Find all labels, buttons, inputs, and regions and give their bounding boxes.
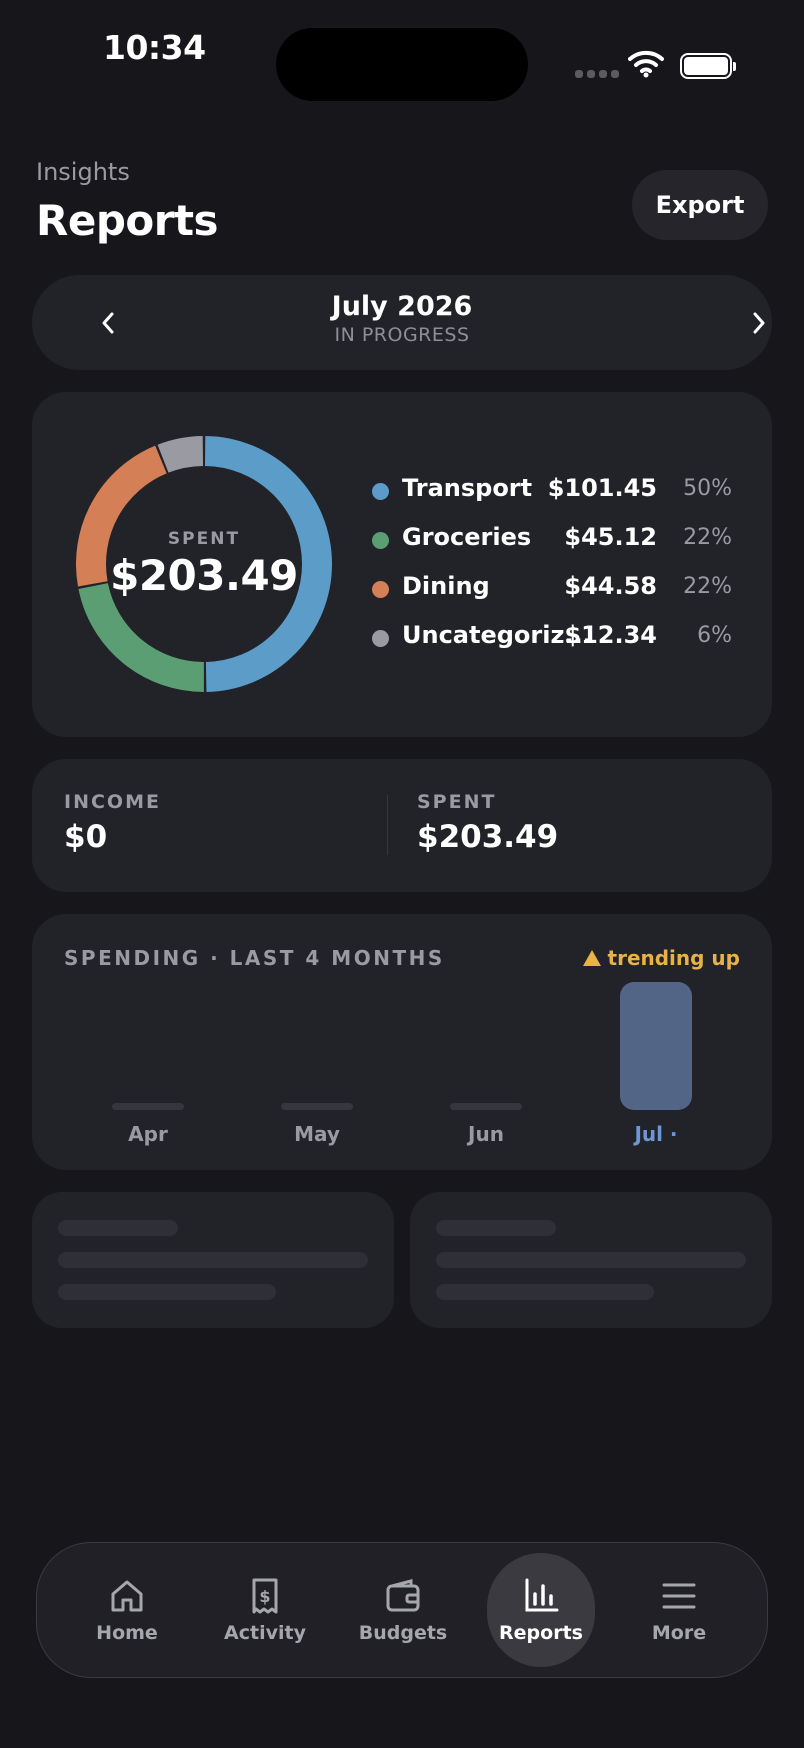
bottom-tab-bar: Home $ Activity Budgets Reports More xyxy=(36,1542,768,1678)
cellular-signal-icon xyxy=(575,70,619,78)
svg-text:$: $ xyxy=(259,1587,270,1606)
trend-label: trending up xyxy=(607,946,740,970)
bar-label: Jun xyxy=(468,1122,504,1146)
month-label: July 2026 xyxy=(331,291,473,322)
tab-more[interactable]: More xyxy=(625,1553,733,1667)
bar xyxy=(112,1103,184,1110)
spent-summary: SPENT $203.49 xyxy=(417,791,558,855)
spending-title: SPENDING · LAST 4 MONTHS xyxy=(64,946,445,970)
legend-name: Dining xyxy=(402,572,490,600)
bar-column-apr[interactable] xyxy=(112,1103,184,1110)
skeleton-line xyxy=(436,1252,746,1268)
next-month-button[interactable] xyxy=(739,303,779,343)
tab-label: Home xyxy=(96,1622,158,1644)
skeleton-line xyxy=(436,1220,556,1236)
bar-column-may[interactable] xyxy=(281,1103,353,1110)
bar-label: Jul · xyxy=(634,1122,678,1146)
legend-percent: 50% xyxy=(683,476,732,501)
chevron-right-icon xyxy=(753,312,765,334)
legend-row-dining[interactable]: Dining $44.58 22% xyxy=(372,572,762,621)
income-summary: INCOME $0 xyxy=(64,791,161,855)
tab-activity[interactable]: $ Activity xyxy=(211,1553,319,1667)
tab-label: Activity xyxy=(224,1622,306,1644)
category-legend: Transport $101.45 50% Groceries $45.12 2… xyxy=(372,474,762,670)
bar-chart-icon xyxy=(525,1578,559,1612)
bar xyxy=(450,1103,522,1110)
battery-icon xyxy=(680,53,736,79)
bar-label: May xyxy=(294,1122,340,1146)
wifi-icon xyxy=(628,50,664,78)
tab-label: Reports xyxy=(499,1622,583,1644)
legend-percent: 22% xyxy=(683,574,732,599)
status-bar: 10:34 xyxy=(0,0,804,120)
divider xyxy=(387,795,388,855)
legend-dot xyxy=(372,581,389,598)
menu-icon xyxy=(662,1583,696,1609)
legend-dot xyxy=(372,532,389,549)
donut-caption: SPENT xyxy=(167,528,241,549)
spending-trend-card: SPENDING · LAST 4 MONTHS trending up Apr… xyxy=(32,914,772,1170)
legend-name: Groceries xyxy=(402,523,532,551)
skeleton-line xyxy=(58,1284,276,1300)
trend-indicator: trending up xyxy=(582,946,740,970)
spent-label: SPENT xyxy=(417,791,497,813)
income-value: $0 xyxy=(64,819,108,855)
legend-dot xyxy=(372,483,389,500)
category-breakdown-card: SPENT $203.49 Transport $101.45 50% Groc… xyxy=(32,392,772,737)
warning-triangle-icon xyxy=(582,950,601,966)
dynamic-island xyxy=(276,28,528,101)
tab-reports[interactable]: Reports xyxy=(487,1553,595,1667)
home-icon xyxy=(111,1580,143,1612)
legend-percent: 6% xyxy=(697,623,732,648)
skeleton-line xyxy=(58,1252,368,1268)
bar-column-jun[interactable] xyxy=(450,1103,522,1110)
bar-label: Apr xyxy=(128,1122,168,1146)
legend-amount: $101.45 xyxy=(547,474,657,502)
page-overline: Insights xyxy=(36,158,130,186)
month-status: IN PROGRESS xyxy=(334,324,470,346)
legend-name: Transport xyxy=(402,474,533,502)
income-spent-card: INCOME $0 SPENT $203.49 xyxy=(32,759,772,892)
skeleton-line xyxy=(58,1220,178,1236)
page-title: Reports xyxy=(36,196,219,245)
donut-total: $203.49 xyxy=(110,550,298,600)
tab-home[interactable]: Home xyxy=(73,1553,181,1667)
skeleton-line xyxy=(436,1284,654,1300)
tab-label: More xyxy=(651,1622,707,1644)
loading-placeholder-card xyxy=(410,1192,772,1328)
bar xyxy=(281,1103,353,1110)
tab-budgets[interactable]: Budgets xyxy=(349,1553,457,1667)
legend-row-transport[interactable]: Transport $101.45 50% xyxy=(372,474,762,523)
legend-row-groceries[interactable]: Groceries $45.12 22% xyxy=(372,523,762,572)
legend-amount: $45.12 xyxy=(564,523,657,551)
legend-amount: $12.34 xyxy=(564,621,657,649)
legend-name: Uncategoriz... xyxy=(402,621,592,649)
legend-dot xyxy=(372,630,389,647)
receipt-icon: $ xyxy=(252,1578,278,1614)
legend-amount: $44.58 xyxy=(564,572,657,600)
month-selector: July 2026 IN PROGRESS xyxy=(32,275,772,370)
legend-row-uncategorized[interactable]: Uncategoriz... $12.34 6% xyxy=(372,621,762,670)
bar xyxy=(620,982,692,1110)
income-label: INCOME xyxy=(64,791,161,813)
tab-label: Budgets xyxy=(358,1622,448,1644)
bar-column-jul[interactable] xyxy=(620,982,692,1110)
spent-value: $203.49 xyxy=(417,819,559,855)
legend-percent: 22% xyxy=(683,525,732,550)
status-time: 10:34 xyxy=(103,28,206,67)
loading-placeholder-card xyxy=(32,1192,394,1328)
wallet-icon xyxy=(386,1579,420,1612)
export-button[interactable]: Export xyxy=(632,170,768,240)
